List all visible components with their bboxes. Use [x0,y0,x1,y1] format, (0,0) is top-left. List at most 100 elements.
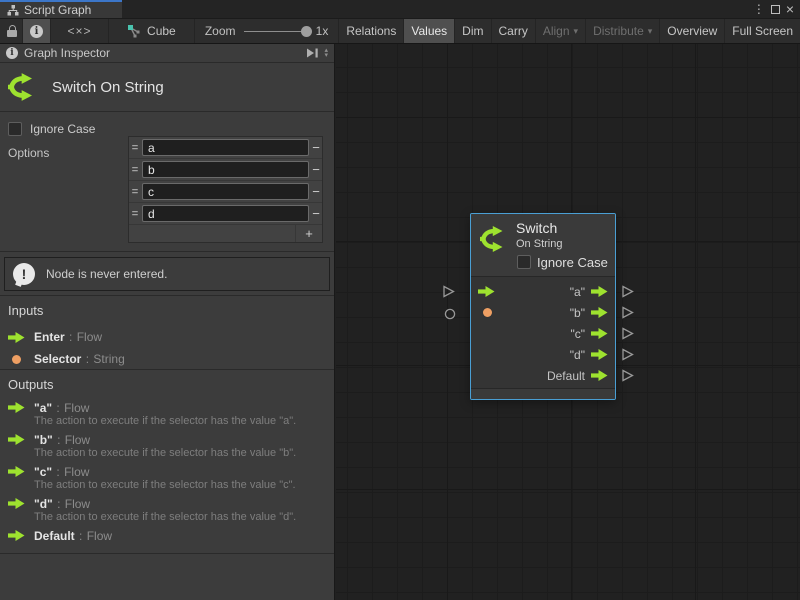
node-body: "a" "b" "c" "d" Default [471,277,615,388]
separator: : [56,465,59,479]
ignore-case-checkbox[interactable] [8,122,22,136]
dim-button[interactable]: Dim [455,19,491,43]
enter-connection-stub-icon[interactable] [442,285,455,303]
flow-output-icon[interactable] [591,307,608,318]
output-port-row: "b" : Flow The action to execute if the … [8,432,326,460]
lock-button[interactable] [0,19,23,43]
align-dropdown[interactable]: Align ▾ [536,19,586,43]
flow-arrow-icon [8,466,25,477]
graph-canvas[interactable]: Switch On String Ignore Case "a" "b" "c" [336,44,800,600]
port-name: "b" [34,433,53,447]
values-button[interactable]: Values [404,19,455,43]
port-type: Flow [64,465,89,479]
panel-spinner[interactable]: ▴ ▾ [324,48,328,58]
inputs-header: Inputs [8,303,326,318]
output-port-row: Default : Flow [8,528,326,543]
port-name: Selector [34,352,81,366]
inspector-title: Graph Inspector [24,46,110,60]
output-connection-stub-icon[interactable] [621,327,634,345]
node-header[interactable]: Switch On String Ignore Case [471,214,615,276]
relations-button[interactable]: Relations [339,19,404,43]
port-type: Flow [65,497,90,511]
option-input[interactable] [142,161,309,178]
graph-owner-label: Cube [147,24,176,38]
remove-option-button[interactable]: − [310,181,322,202]
selector-port-icon[interactable] [483,308,492,317]
remove-option-button[interactable]: − [310,159,322,180]
output-connection-stub-icon[interactable] [621,306,634,324]
flow-arrow-icon [8,530,25,541]
enter-port-icon[interactable] [478,286,495,297]
ignore-case-label: Ignore Case [30,122,95,136]
separator: : [86,352,89,366]
remove-option-button[interactable]: − [310,203,322,224]
inspector-toggle-button[interactable]: i [23,19,51,43]
flow-arrow-icon [8,498,25,509]
string-port-icon [12,355,21,364]
overview-button[interactable]: Overview [660,19,725,43]
full-screen-label: Full Screen [732,24,793,38]
port-type: Flow [64,401,89,415]
port-type: Flow [87,529,112,543]
edit-script-button[interactable]: <×> [51,19,109,43]
overview-label: Overview [667,24,717,38]
warning-block: ! Node is never entered. [0,252,334,296]
zoom-slider[interactable] [244,31,308,32]
port-type: Flow [65,433,90,447]
add-option-button[interactable]: + [295,225,322,242]
port-description: The action to execute if the selector ha… [8,479,326,492]
node-port-row: "c" [471,323,615,344]
tab-script-graph[interactable]: Script Graph [0,0,122,18]
drag-handle-icon[interactable]: = [129,137,141,158]
title-bar: Script Graph ⋮ × [0,0,800,18]
carry-button[interactable]: Carry [492,19,536,43]
zoom-value: 1x [316,24,329,38]
switch-on-string-node[interactable]: Switch On String Ignore Case "a" "b" "c" [470,213,616,400]
input-port-row: Selector : String [8,348,326,370]
output-connection-stub-icon[interactable] [621,369,634,387]
selector-connection-stub-icon[interactable] [444,307,456,325]
port-label: "c" [570,327,585,341]
node-settings-block: Ignore Case Options = − = − = − = − [0,112,334,252]
node-footer [471,388,615,399]
info-icon: i [6,47,18,59]
output-port-row: "d" : Flow The action to execute if the … [8,496,326,524]
graph-inspector-panel: i Graph Inspector ▴ ▾ [0,44,335,600]
flow-output-icon[interactable] [591,370,608,381]
zoom-label: Zoom [205,24,236,38]
drag-handle-icon[interactable]: = [129,159,141,180]
option-row: = − [129,137,322,159]
spinner-down-icon[interactable]: ▾ [324,53,328,58]
lock-icon [7,25,15,37]
full-screen-button[interactable]: Full Screen [725,19,800,43]
option-input[interactable] [142,205,309,222]
flow-output-icon[interactable] [591,349,608,360]
warning-box: ! Node is never entered. [4,257,330,291]
output-connection-stub-icon[interactable] [621,348,634,366]
drag-handle-icon[interactable]: = [129,203,141,224]
window-close-icon[interactable]: × [786,2,794,16]
dock-panel-icon[interactable] [306,48,319,58]
remove-option-button[interactable]: − [310,137,322,158]
input-port-row: Enter : Flow [8,326,326,348]
window-maximize-icon[interactable] [771,5,780,14]
inspector-empty-area [0,554,334,600]
flow-output-icon[interactable] [591,328,608,339]
output-connection-stub-icon[interactable] [621,285,634,303]
drag-handle-icon[interactable]: = [129,181,141,202]
warning-text: Node is never entered. [46,267,167,281]
option-input[interactable] [142,139,309,156]
toolbar-right-group: Relations Values Dim Carry Align ▾ Distr… [339,19,800,43]
tab-label: Script Graph [24,3,91,17]
options-list: = − = − = − = − + [128,136,323,243]
option-input[interactable] [142,183,309,200]
graph-owner-button[interactable]: Cube [109,19,195,43]
window-menu-icon[interactable]: ⋮ [753,3,765,15]
zoom-slider-knob[interactable] [301,26,312,37]
flow-output-icon[interactable] [591,286,608,297]
ignore-case-checkbox[interactable] [517,255,531,269]
inputs-section: Inputs Enter : Flow Selector : String [0,296,334,370]
distribute-dropdown[interactable]: Distribute ▾ [586,19,660,43]
separator: : [57,433,60,447]
port-label: "d" [570,348,585,362]
